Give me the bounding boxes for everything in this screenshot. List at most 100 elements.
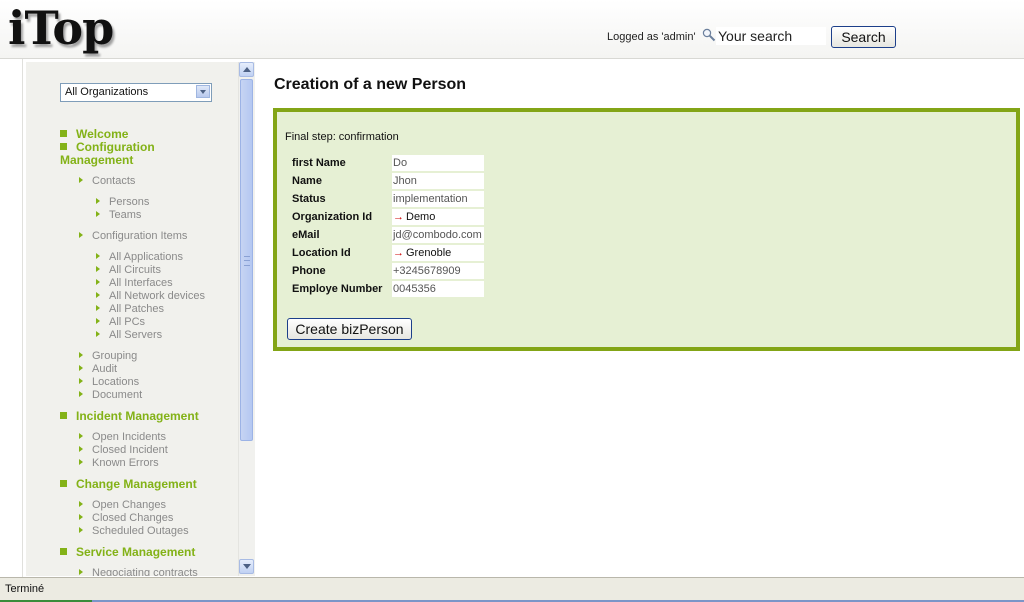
triangle-bullet-icon [79, 446, 83, 452]
field-value: jd@combodo.com [392, 227, 484, 243]
menu-item-label: Grouping [92, 350, 138, 362]
itop-logo[interactable]: iTop [8, 0, 114, 56]
menu-item-label: Scheduled Outages [92, 525, 189, 537]
menu-item-label: Closed Incident [92, 444, 168, 456]
menu-item-label: All PCs [109, 316, 146, 328]
arrow-right-icon: → [393, 247, 404, 259]
logged-as-label: Logged as 'admin' [607, 31, 696, 43]
triangle-bullet-icon [79, 378, 83, 384]
wizard-panel: Final step: confirmation first Name Do N… [273, 108, 1020, 351]
menu-item-all-patches[interactable]: All Patches [96, 303, 164, 316]
search-box [702, 27, 826, 47]
create-bizperson-button[interactable]: Create bizPerson [287, 318, 412, 340]
menu-item-all-network-devices[interactable]: All Network devices [96, 290, 205, 303]
table-row: eMail jd@combodo.com [289, 227, 484, 243]
field-value: implementation [392, 191, 484, 207]
confirmation-table: first Name Do Name Jhon Status implement… [287, 153, 486, 299]
menu-item-document[interactable]: Document [79, 389, 142, 402]
menu-item-label: Known Errors [92, 457, 159, 469]
menu-item-label: All Interfaces [109, 277, 173, 289]
table-row: Phone +3245678909 [289, 263, 484, 279]
triangle-bullet-icon [79, 365, 83, 371]
triangle-bullet-icon [79, 232, 83, 238]
grip-icon [244, 256, 250, 266]
menu-service-management[interactable]: Service Management [60, 546, 195, 559]
menu-item-all-circuits[interactable]: All Circuits [96, 264, 161, 277]
menu-item-label: Open Changes [92, 499, 166, 511]
triangle-bullet-icon [96, 279, 100, 285]
menu-item-all-interfaces[interactable]: All Interfaces [96, 277, 173, 290]
menu-item-label: Audit [92, 363, 118, 375]
triangle-bullet-icon [96, 331, 100, 337]
field-value-link[interactable]: → Demo [392, 209, 484, 225]
menu-item-open-incidents[interactable]: Open Incidents [79, 431, 166, 444]
menu-item-negociating-contracts[interactable]: Negociating contracts [79, 567, 198, 576]
menu-change-management-label: Change Management [76, 477, 197, 491]
menu-item-teams[interactable]: Teams [96, 209, 141, 222]
scroll-up-arrow-icon[interactable] [239, 62, 254, 77]
field-value: Grenoble [406, 247, 452, 259]
menu-change-management[interactable]: Change Management [60, 478, 197, 491]
menu-incident-management[interactable]: Incident Management [60, 410, 199, 423]
triangle-bullet-icon [79, 514, 83, 520]
left-gutter [0, 59, 23, 577]
browser-status-bar: Terminé [0, 577, 1024, 602]
menu-item-grouping[interactable]: Grouping [79, 350, 137, 363]
menu-item-configuration-items[interactable]: Configuration Items [79, 230, 187, 243]
menu-item-locations[interactable]: Locations [79, 376, 139, 389]
menu-item-label: Open Incidents [92, 431, 166, 443]
square-bullet-icon [60, 143, 67, 150]
left-menu: All Organizations Welcome Configuration … [26, 62, 238, 576]
menu-item-persons[interactable]: Persons [96, 196, 149, 209]
status-text: Terminé [5, 583, 45, 595]
wizard-step-label: Final step: confirmation [285, 131, 399, 143]
menu-incident-management-label: Incident Management [76, 409, 199, 423]
scroll-down-arrow-icon[interactable] [239, 559, 254, 574]
scrollbar-thumb[interactable] [240, 79, 253, 441]
search-input[interactable] [716, 27, 826, 45]
menu-item-label: Document [92, 389, 143, 401]
field-label: Status [289, 191, 390, 207]
menu-item-closed-incident[interactable]: Closed Incident [79, 444, 168, 457]
square-bullet-icon [60, 412, 67, 419]
menu-welcome-label: Welcome [76, 127, 129, 141]
triangle-bullet-icon [79, 501, 83, 507]
chevron-down-icon[interactable] [196, 85, 210, 98]
field-label: Phone [289, 263, 390, 279]
menu-item-label: Teams [109, 209, 142, 221]
menu-item-label: Persons [109, 196, 150, 208]
field-value: Demo [406, 211, 436, 223]
menu-item-contacts[interactable]: Contacts [79, 175, 135, 188]
menu-item-label: Closed Changes [92, 512, 174, 524]
menu-item-label: Negociating contracts [92, 567, 198, 576]
menu-scrollbar[interactable] [238, 62, 255, 576]
menu-item-audit[interactable]: Audit [79, 363, 117, 376]
menu-configuration-management-label: Configuration Management [60, 140, 155, 167]
page-title: Creation of a new Person [274, 76, 467, 93]
menu-item-closed-changes[interactable]: Closed Changes [79, 512, 173, 525]
field-label: Organization Id [289, 209, 390, 225]
triangle-bullet-icon [79, 569, 83, 575]
menu-configuration-management[interactable]: Configuration Management [60, 141, 210, 167]
menu-item-scheduled-outages[interactable]: Scheduled Outages [79, 525, 189, 538]
field-value-link[interactable]: → Grenoble [392, 245, 484, 261]
triangle-bullet-icon [79, 391, 83, 397]
triangle-bullet-icon [96, 318, 100, 324]
field-value: 0045356 [392, 281, 484, 297]
table-row: Location Id → Grenoble [289, 245, 484, 261]
field-label: Employe Number [289, 281, 390, 297]
organization-select[interactable]: All Organizations [60, 83, 212, 102]
search-icon [702, 28, 716, 42]
field-label: eMail [289, 227, 390, 243]
app-header: iTop Logged as 'admin' Search [0, 0, 1024, 59]
triangle-bullet-icon [79, 433, 83, 439]
table-row: first Name Do [289, 155, 484, 171]
search-button[interactable]: Search [831, 26, 896, 48]
menu-item-all-applications[interactable]: All Applications [96, 251, 183, 264]
field-value: +3245678909 [392, 263, 484, 279]
menu-item-known-errors[interactable]: Known Errors [79, 457, 159, 470]
menu-item-open-changes[interactable]: Open Changes [79, 499, 166, 512]
menu-item-all-pcs[interactable]: All PCs [96, 316, 145, 329]
menu-item-all-servers[interactable]: All Servers [96, 329, 162, 342]
triangle-bullet-icon [96, 305, 100, 311]
